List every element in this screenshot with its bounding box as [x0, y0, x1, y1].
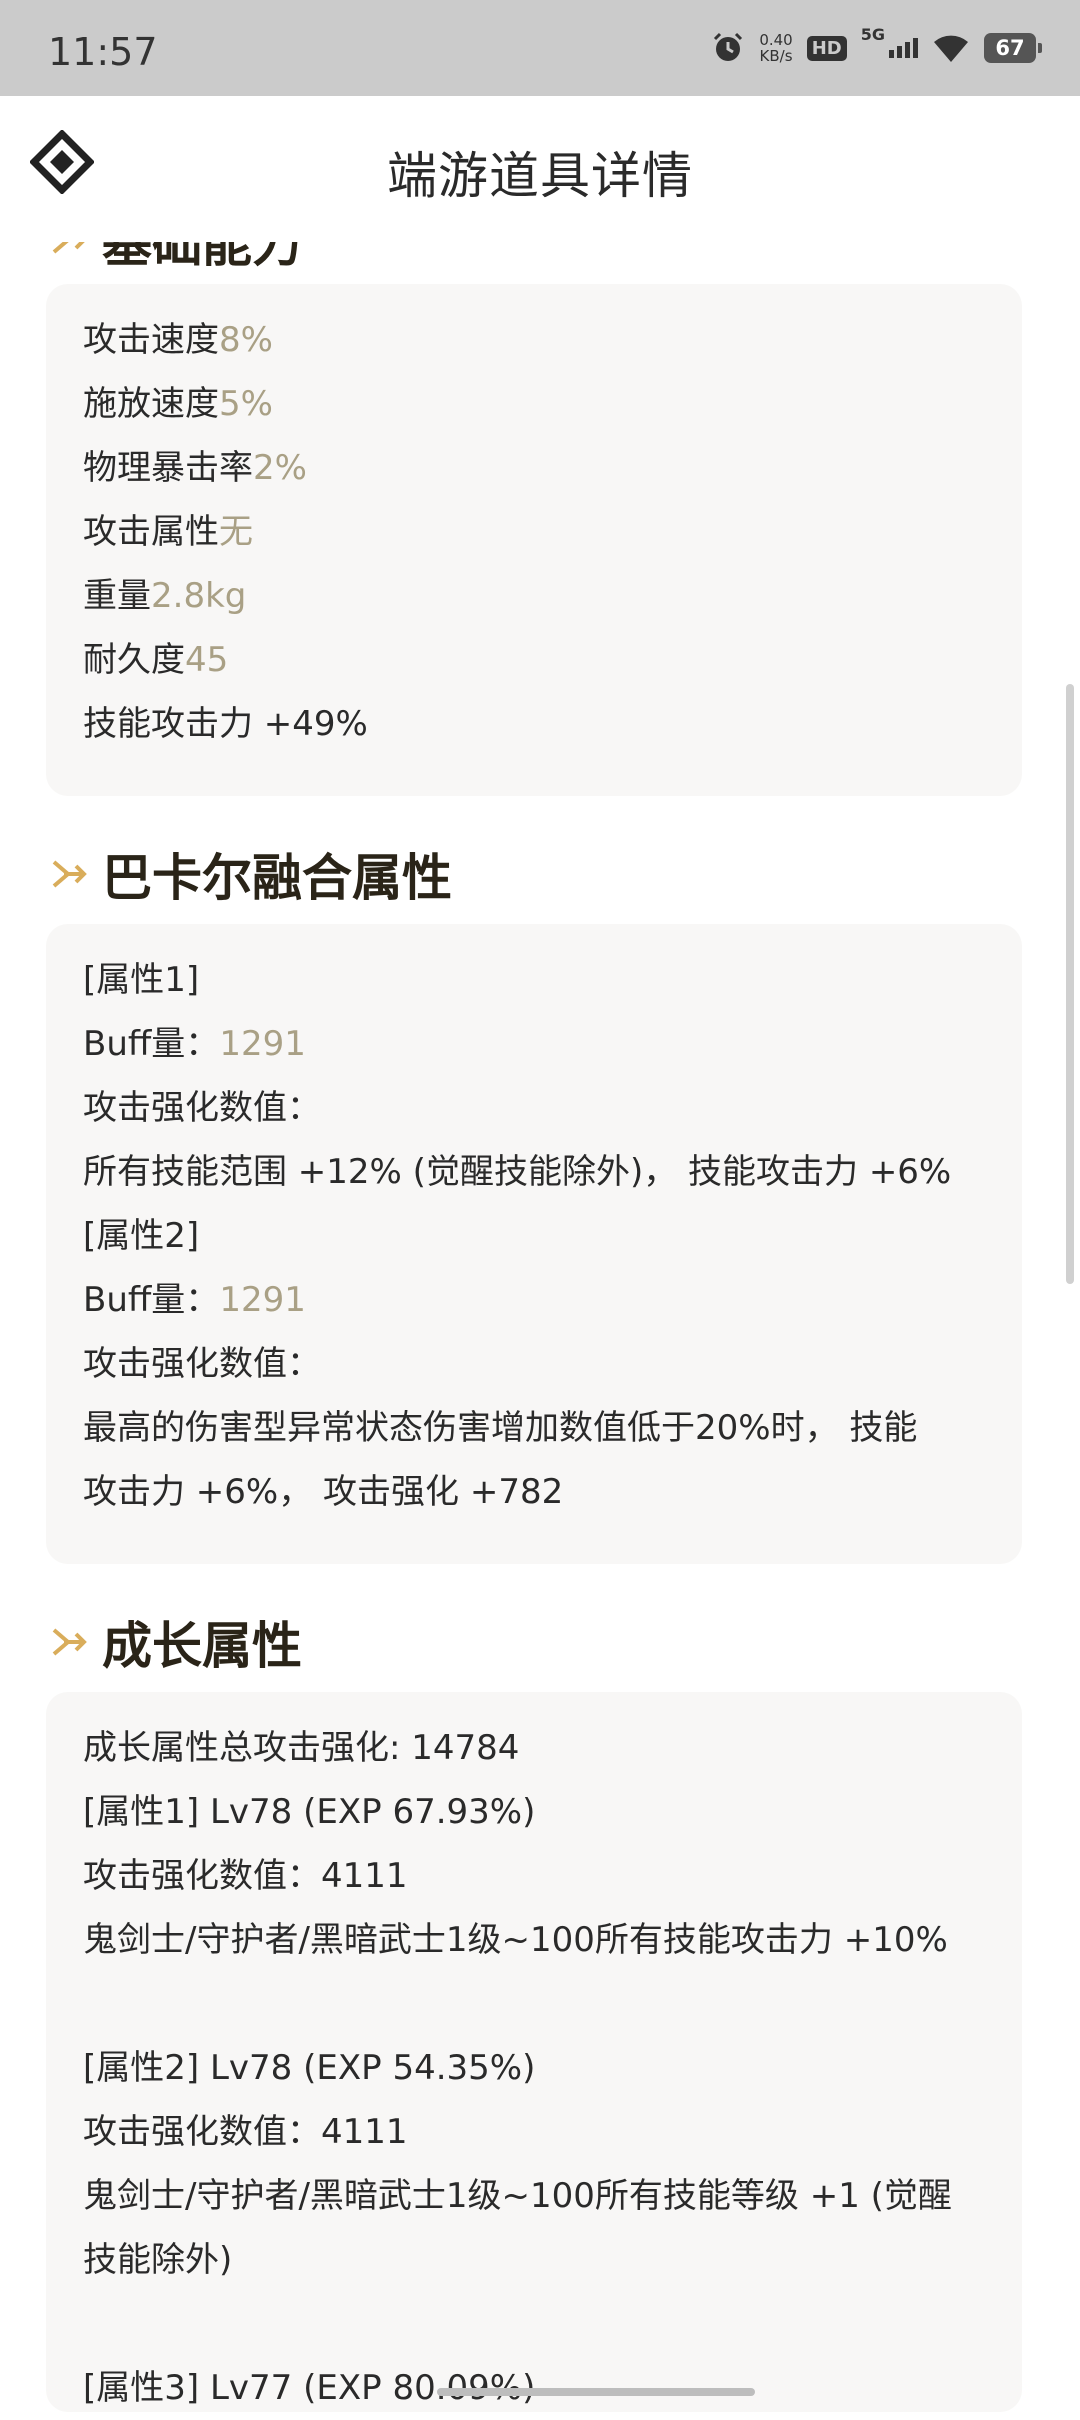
attr-row: 施放速度5%	[83, 372, 985, 436]
fusion-attributes-card: [属性1] Buff量：1291 攻击强化数值： 所有技能范围 +12% (觉醒…	[46, 924, 1022, 1564]
home-indicator[interactable]	[437, 2388, 755, 2396]
buff-value: 1291	[219, 1024, 306, 1064]
attr-row: 重量2.8kg	[83, 564, 985, 628]
attr-row: 攻击属性无	[83, 500, 985, 564]
scrollbar[interactable]	[1066, 684, 1074, 1284]
status-time: 11:57	[48, 30, 158, 74]
growth-attr1-value: 攻击强化数值：4111	[83, 1856, 408, 1896]
section-growth-heading: 成长属性	[48, 1606, 302, 1678]
section-fusion-heading: 巴卡尔融合属性	[48, 838, 452, 910]
attr-value: 45	[185, 640, 229, 680]
fusion-attr1-attack-label: 攻击强化数值：	[83, 1088, 321, 1128]
arrow-icon	[52, 1628, 87, 1656]
attr-row: 耐久度45	[83, 628, 985, 692]
arrow-icon	[52, 860, 87, 888]
attr-row: 技能攻击力 +49%	[83, 692, 985, 756]
fusion-attr1-tag: [属性1]	[83, 960, 200, 1000]
growth-attr2-head: [属性2] Lv78 (EXP 54.35%)	[83, 2048, 536, 2088]
attr-label: 施放速度	[83, 384, 219, 424]
attr-value: 2%	[253, 448, 307, 488]
fusion-attr2-attack-label: 攻击强化数值：	[83, 1344, 321, 1384]
attr-label: 耐久度	[83, 640, 185, 680]
basic-attributes-card: 攻击速度8% 施放速度5% 物理暴击率2% 攻击属性无 重量2.8kg 耐久度4…	[46, 284, 1022, 796]
attr-label: 物理暴击率	[83, 448, 253, 488]
attr-value: 2.8kg	[151, 576, 247, 616]
speed-unit: KB/s	[759, 47, 793, 65]
cell-signal-icon: 5G	[861, 25, 918, 58]
status-icons: 0.40 KB/s HD 5G 67	[711, 25, 1042, 70]
growth-attr2-desc-2: 技能除外)	[83, 2240, 233, 2280]
status-bar: 11:57 0.40 KB/s HD 5G 67	[0, 0, 1080, 96]
battery-level: 67	[995, 36, 1025, 60]
fusion-attr2-desc-1: 最高的伤害型异常状态伤害增加数值低于20%时， 技能	[83, 1408, 918, 1448]
fusion-attr1-buff: Buff量：1291	[83, 1012, 985, 1076]
battery-icon: 67	[984, 33, 1042, 63]
network-type: 5G	[860, 25, 885, 44]
fusion-attr2-tag: [属性2]	[83, 1216, 200, 1256]
page-title: 端游道具详情	[387, 147, 693, 205]
growth-total: 成长属性总攻击强化: 14784	[83, 1728, 520, 1768]
section-growth-title: 成长属性	[102, 1617, 302, 1675]
hd-badge: HD	[806, 35, 847, 61]
attr-row: 物理暴击率2%	[83, 436, 985, 500]
attr-label: 攻击速度	[83, 320, 219, 360]
buff-label: Buff量：	[83, 1280, 220, 1320]
attr-label: 技能攻击力 +49%	[83, 704, 368, 744]
network-speed: 0.40 KB/s	[759, 32, 792, 64]
attr-value: 无	[219, 512, 253, 552]
alarm-icon	[714, 32, 743, 61]
buff-value: 1291	[219, 1280, 306, 1320]
growth-attr2-desc-1: 鬼剑士/守护者/黑暗武士1级~100所有技能等级 +1 (觉醒	[83, 2176, 952, 2216]
section-fusion-title: 巴卡尔融合属性	[102, 849, 452, 907]
attr-row: 攻击速度8%	[83, 308, 985, 372]
wifi-icon	[934, 35, 968, 62]
attr-label: 攻击属性	[83, 512, 219, 552]
buff-label: Buff量：	[83, 1024, 220, 1064]
attr-value: 5%	[219, 384, 273, 424]
fusion-attr1-desc: 所有技能范围 +12% (觉醒技能除外)， 技能攻击力 +6%	[83, 1152, 952, 1192]
fusion-attr2-buff: Buff量：1291	[83, 1268, 985, 1332]
attr-label: 重量	[83, 576, 151, 616]
speed-value: 0.40	[759, 31, 793, 49]
fusion-attr2-desc-2: 攻击力 +6%， 攻击强化 +782	[83, 1472, 564, 1512]
growth-attr1-head: [属性1] Lv78 (EXP 67.93%)	[83, 1792, 536, 1832]
growth-attributes-card: 成长属性总攻击强化: 14784 [属性1] Lv78 (EXP 67.93%)…	[46, 1692, 1022, 2412]
app-header: 端游道具详情	[0, 96, 1080, 242]
attr-value: 8%	[219, 320, 273, 360]
growth-attr1-desc: 鬼剑士/守护者/黑暗武士1级~100所有技能攻击力 +10%	[83, 1920, 948, 1960]
growth-attr2-value: 攻击强化数值：4111	[83, 2112, 408, 2152]
